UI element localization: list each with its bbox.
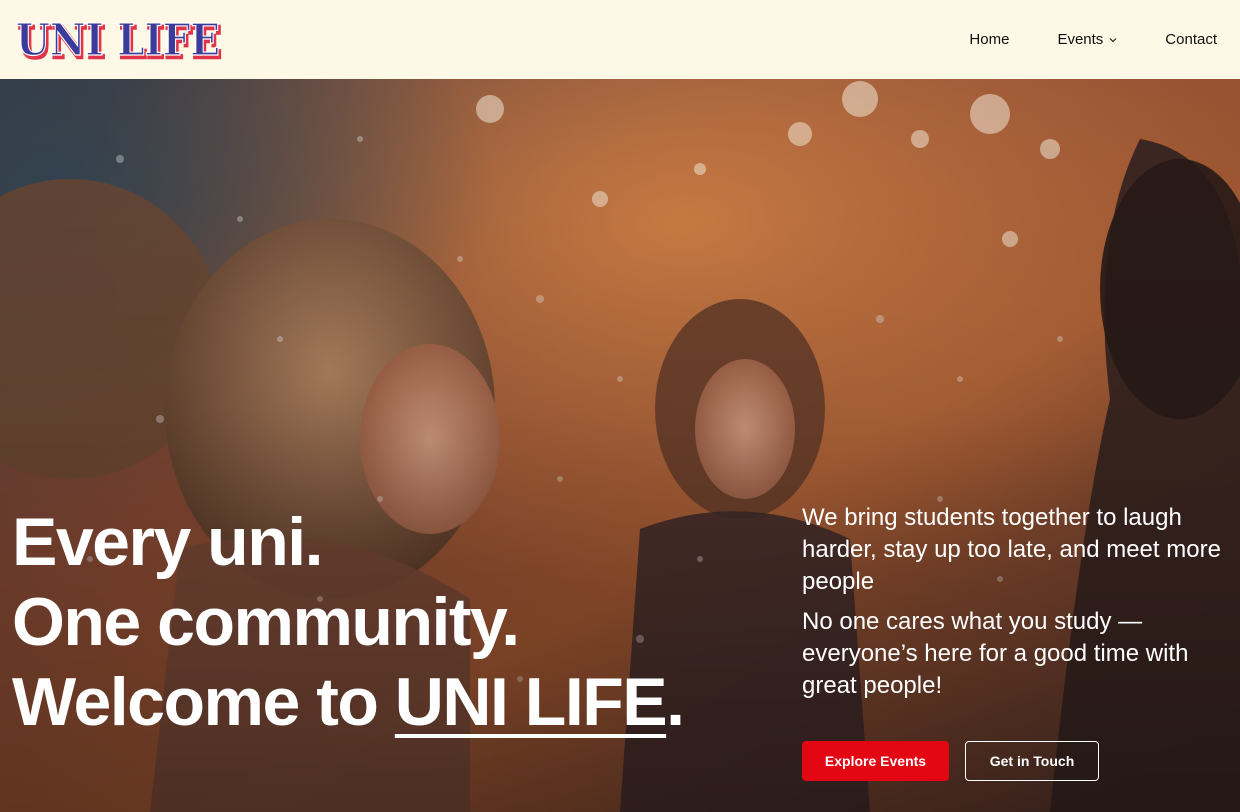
nav-item-events[interactable]: Events [1057, 31, 1117, 48]
nav-item-home[interactable]: Home [969, 31, 1009, 48]
headline-line-1: Every uni. [12, 504, 324, 580]
hero-paragraph-1: We bring students together to laugh hard… [802, 504, 1221, 595]
chevron-down-icon [1109, 37, 1117, 42]
hero-description: We bring students together to laugh hard… [802, 502, 1222, 710]
hero-paragraph-2: No one cares what you study — everyone’s… [802, 608, 1189, 699]
nav-item-contact-label: Contact [1165, 31, 1217, 48]
nav-item-contact[interactable]: Contact [1165, 31, 1217, 48]
nav-item-home-label: Home [969, 31, 1010, 48]
headline-line-2: One community. [12, 584, 520, 660]
logo-text: UNI LIFE [16, 17, 220, 63]
hero-section: Every uni. One community. Welcome to UNI… [0, 79, 1240, 812]
nav-item-events-label: Events [1057, 31, 1104, 48]
uni-life-logo[interactable]: UNI LIFE UNI LIFE [14, 17, 226, 63]
get-in-touch-button[interactable]: Get in Touch [965, 741, 1099, 781]
site-header: UNI LIFE UNI LIFE Home Events Contact [0, 0, 1240, 79]
main-nav: Home Events Contact [969, 31, 1217, 48]
explore-events-button[interactable]: Explore Events [802, 741, 949, 781]
headline-line-3-suffix: . [666, 664, 685, 740]
hero-actions: Explore Events Get in Touch [802, 741, 1099, 781]
headline-brand: UNI LIFE [394, 664, 668, 740]
hero-headline: Every uni. One community. Welcome to UNI… [12, 502, 685, 742]
headline-line-3-prefix: Welcome to [12, 664, 395, 740]
headline-line-3: Welcome to UNI LIFE. [12, 662, 685, 742]
page: UNI LIFE UNI LIFE Home Events Contact Ev… [0, 0, 1240, 812]
